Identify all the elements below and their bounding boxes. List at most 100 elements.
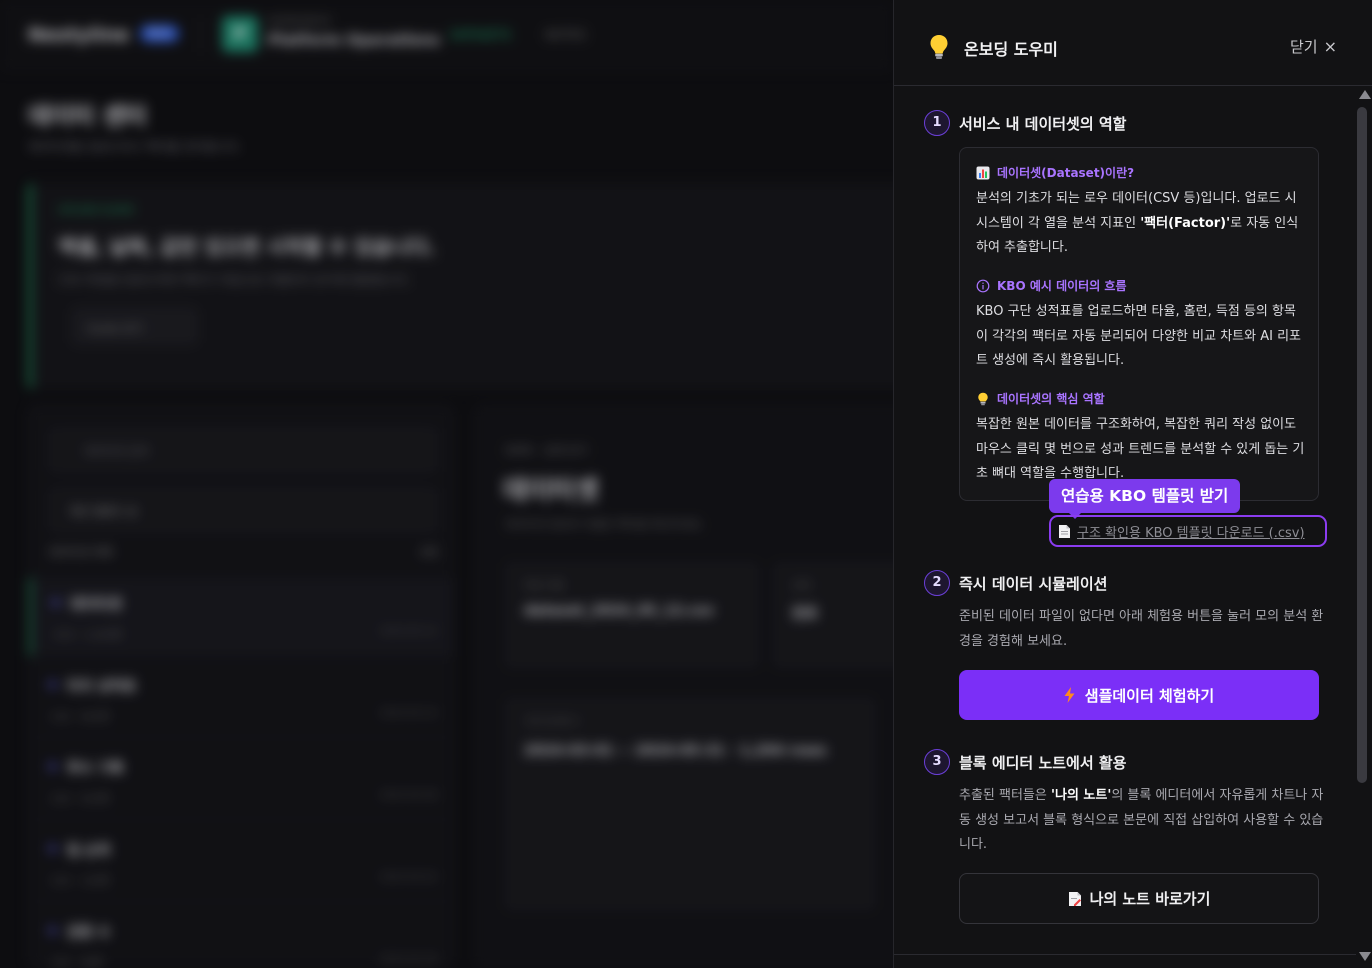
step-2-number: 2 [924, 570, 950, 596]
template-download-link[interactable]: 구조 확인용 KBO 템플릿 다운로드 (.csv) [1049, 515, 1327, 547]
body-emphasis: '나의 노트' [1051, 788, 1112, 803]
card-value: dataset_2024_05_12.csv [524, 603, 715, 619]
list-item-title: 데이터셋 [70, 597, 122, 613]
divider [200, 18, 201, 52]
list-item-title: 투수 기록 [67, 761, 124, 777]
nav-datasets[interactable]: DATASETS [450, 28, 511, 42]
close-label: 닫기 [1289, 38, 1318, 56]
info-circle-icon [976, 279, 990, 292]
list-item-title: 타자 성적표 [67, 679, 137, 695]
breadcrumb: DATA · 상세 보기 [505, 444, 588, 457]
info-section-body: 분석의 기초가 되는 로우 데이터(CSV 등)입니다. 업로드 시 시스템이 … [976, 187, 1306, 261]
body-text: 추출된 팩터들은 [959, 788, 1051, 803]
status-dot [49, 927, 56, 934]
lightning-icon [1064, 687, 1075, 703]
scrollbar-thumb[interactable] [1357, 107, 1367, 783]
status-card: 상태 완료 [773, 562, 893, 668]
sort-select[interactable]: 최근 업로드 순 [49, 488, 437, 532]
my-notes-label: 나의 노트 바로가기 [1089, 890, 1211, 908]
list-item-date: 2024.05.10 [379, 708, 437, 719]
lightbulb-icon [978, 392, 988, 405]
card-label: 기간 및 행 수 [524, 717, 580, 728]
status-dot [49, 845, 56, 852]
step-1-title: 서비스 내 데이터셋의 역할 [959, 115, 1127, 133]
card-label: 상태 [792, 581, 811, 592]
body-emphasis: '팩터(Factor)' [1140, 215, 1231, 231]
list-item[interactable]: 관중 수 CSV · 96행 2024.04.28 [29, 906, 453, 968]
step-3-number: 3 [924, 749, 950, 775]
banner-description: CSV 파일을 업로드하면 팩터가 자동으로 추출되어 분석에 활용됩니다. [58, 273, 411, 287]
tooltip-text: 연습용 KBO 템플릿 받기 [1061, 487, 1229, 505]
top-bar: Nestyline Beta P WORKSPACE Platform Oper… [0, 0, 893, 70]
list-header: 데이터셋 목록 [49, 546, 114, 559]
scrollbar[interactable] [1356, 90, 1372, 968]
detail-title: 데이터셋 [503, 476, 599, 506]
chevron-down-icon[interactable]: ▾ [408, 30, 414, 44]
workspace-label: WORKSPACE [268, 16, 331, 27]
step-3-description: 추출된 팩터들은 '나의 노트'의 블록 에디터에서 자유롭게 차트나 자동 생… [959, 784, 1324, 858]
close-icon[interactable]: × [1324, 37, 1337, 56]
guide-button[interactable]: Guide 보기 [72, 308, 197, 344]
step-1-number: 1 [924, 110, 950, 136]
page-title: 데이터 센터 [28, 102, 147, 130]
panel-header: 온보딩 도우미 닫기 × [894, 0, 1372, 86]
workspace-name[interactable]: Platform Operations [268, 31, 440, 49]
page-subtitle: 데이터셋을 업로드하고 팩터를 관리합니다. [28, 140, 242, 154]
info-section-label: 데이터셋의 핵심 역할 [997, 392, 1105, 406]
memo-icon [1068, 891, 1081, 906]
bar-chart-icon [976, 166, 990, 179]
document-icon [1059, 524, 1070, 538]
close-button[interactable]: 닫기 × [1290, 36, 1337, 57]
list-item[interactable]: 타자 성적표 CSV · 842행 2024.05.10 [29, 660, 453, 738]
info-section-title: 데이터셋(Dataset)이란? [976, 164, 1134, 181]
list-item-meta: CSV · 610행 [51, 794, 109, 805]
step-2-description: 준비된 데이터 파일이 없다면 아래 체험용 버튼을 눌러 모의 분석 환경을 … [959, 609, 1324, 649]
list-item[interactable]: 팀 순위 CSV · 120행 2024.05.02 [29, 824, 453, 902]
status-dot [52, 599, 59, 606]
list-item-date: 2024.05.02 [379, 872, 437, 883]
list-item[interactable]: 데이터셋 CSV · 1,204행 2024.05.12 [29, 578, 453, 656]
info-section-label: 데이터셋(Dataset)이란? [997, 166, 1135, 180]
banner-title: 엑셀, 날짜, 값만 있으면 시작할 수 있습니다. [58, 235, 436, 259]
info-section-title: 데이터셋의 핵심 역할 [976, 390, 1105, 407]
card-value: 2024-03-01 ~ 2024-05-31 · 1,204 rows [524, 743, 827, 759]
info-section-body: 복잡한 원본 데이터를 구조화하여, 복잡한 쿼리 작성 없이도 마우스 클릭 … [976, 417, 1305, 481]
info-section-title: KBO 예시 데이터의 흐름 [976, 277, 1127, 294]
app-logo: Nestyline [28, 24, 130, 46]
list-item-title: 팀 순위 [67, 843, 111, 859]
dataset-info-card: 데이터셋(Dataset)이란? 분석의 기초가 되는 로우 데이터(CSV 등… [959, 147, 1319, 501]
card-value: 완료 [792, 606, 818, 622]
beta-badge: Beta [140, 25, 180, 42]
dataset-detail-panel: DATA · 상세 보기 데이터셋 데이터셋 정보와 추출된 팩터를 확인하세요… [474, 405, 893, 968]
detail-subtitle: 데이터셋 정보와 추출된 팩터를 확인하세요. [505, 518, 705, 531]
list-count: 4개 [419, 546, 437, 559]
background-app: Nestyline Beta P WORKSPACE Platform Oper… [0, 0, 893, 968]
list-item-title: 관중 수 [67, 925, 111, 941]
search-input[interactable]: 데이터셋 검색 [49, 428, 437, 472]
nav-notes[interactable]: NOTES [545, 28, 586, 42]
sample-data-label: 샘플데이터 체험하기 [1084, 686, 1215, 705]
list-item-date: 2024.04.28 [379, 954, 437, 965]
list-item-meta: CSV · 842행 [51, 712, 109, 723]
dataset-list-panel: 데이터셋 검색 최근 업로드 순 데이터셋 목록 4개 데이터셋 CSV · 1… [28, 405, 454, 968]
sample-data-button[interactable]: 샘플데이터 체험하기 [959, 670, 1319, 720]
status-dot [49, 681, 56, 688]
scroll-down-arrow-icon[interactable] [1359, 952, 1371, 961]
upload-guide-banner: UPLOAD GUIDE 엑셀, 날짜, 값만 있으면 시작할 수 있습니다. … [28, 183, 893, 389]
lightbulb-icon [930, 35, 948, 59]
my-notes-button[interactable]: 나의 노트 바로가기 [959, 873, 1319, 924]
template-tooltip: 연습용 KBO 템플릿 받기 [1049, 479, 1241, 519]
list-item-meta: CSV · 96행 [51, 958, 103, 968]
scroll-up-arrow-icon[interactable] [1359, 90, 1371, 99]
banner-tag: UPLOAD GUIDE [58, 205, 135, 216]
card-label: 파일 이름 [524, 581, 564, 592]
onboarding-panel: 온보딩 도우미 닫기 × 1 서비스 내 데이터셋의 역할 데이터셋(Datas… [893, 0, 1372, 968]
period-card: 기간 및 행 수 2024-03-01 ~ 2024-05-31 · 1,204… [505, 698, 875, 910]
divider [894, 954, 1356, 955]
step-2-title: 즉시 데이터 시뮬레이션 [959, 575, 1108, 593]
step-3-title: 블록 에디터 노트에서 활용 [959, 754, 1127, 772]
file-name-card: 파일 이름 dataset_2024_05_12.csv [505, 562, 759, 668]
list-item[interactable]: 투수 기록 CSV · 610행 2024.05.08 [29, 742, 453, 820]
list-item-date: 2024.05.12 [379, 626, 437, 637]
workspace-avatar[interactable]: P [222, 16, 258, 52]
